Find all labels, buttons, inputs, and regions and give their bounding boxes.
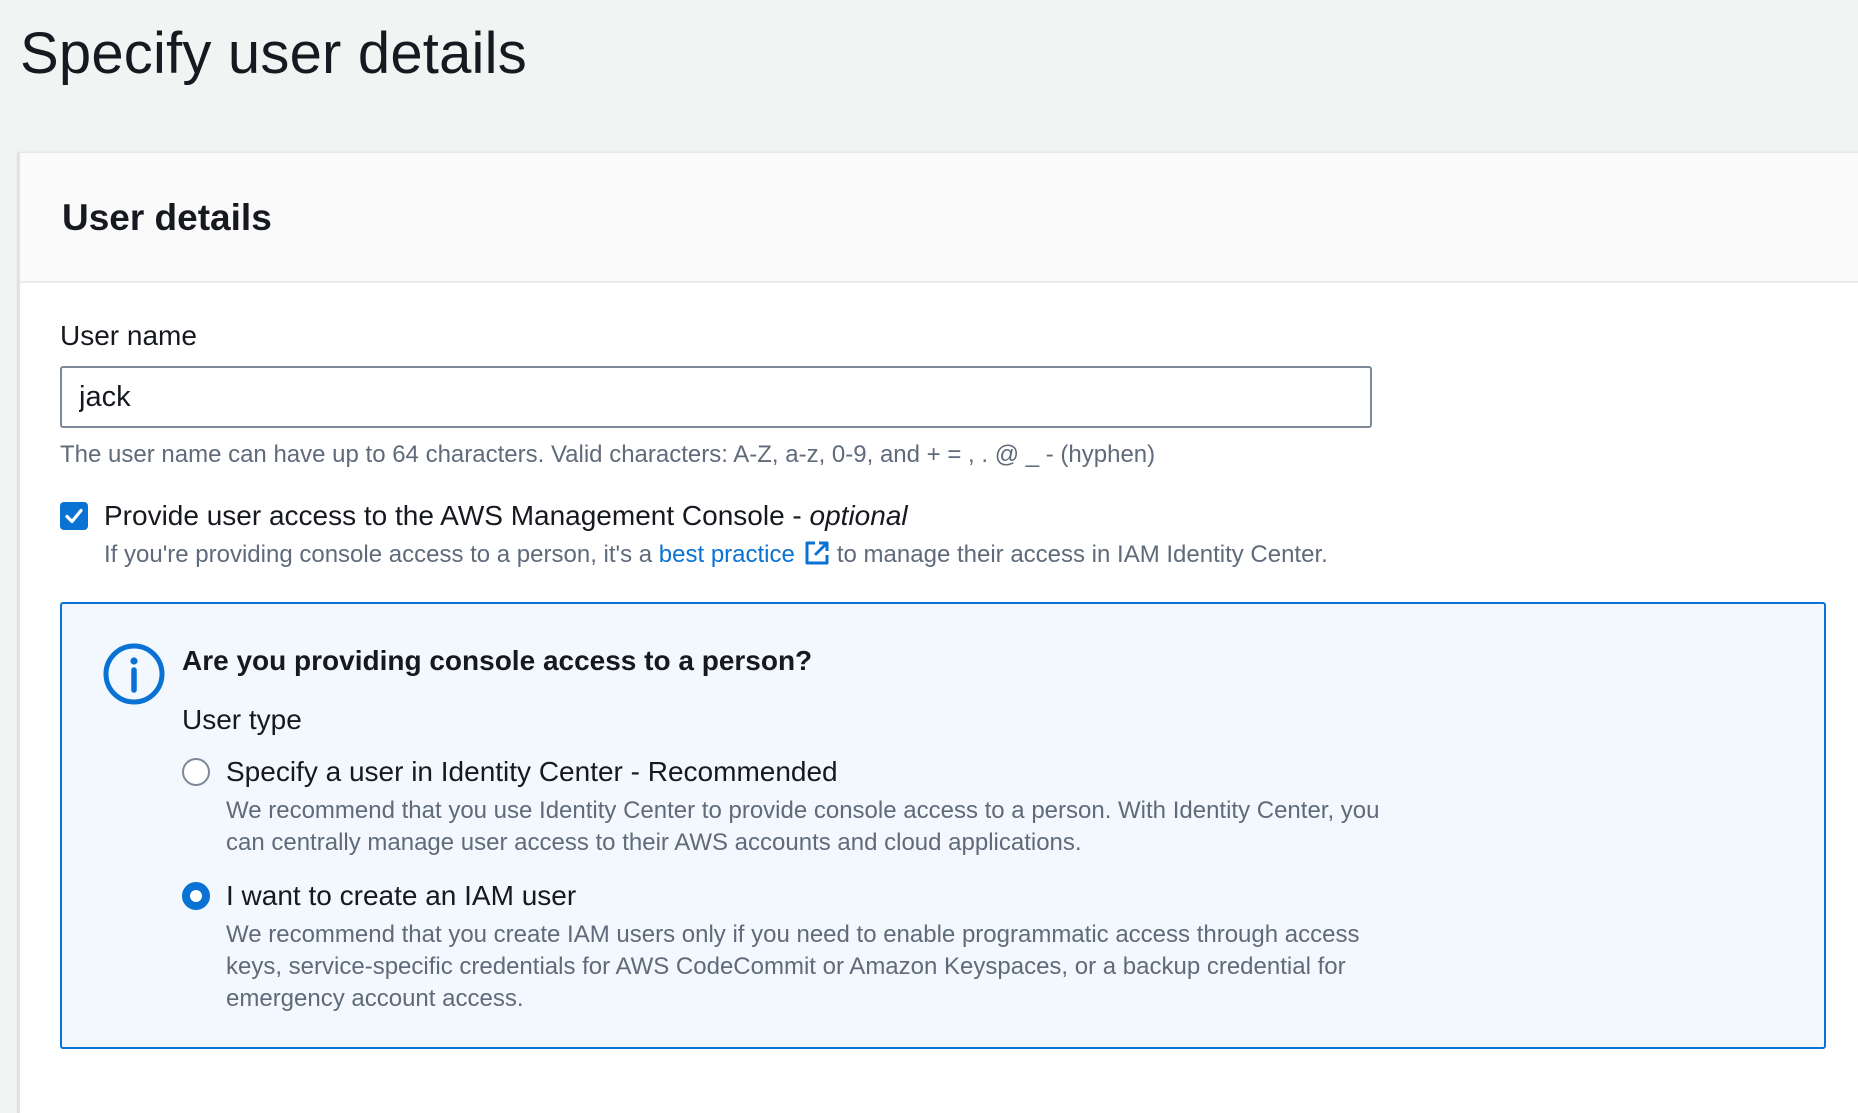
iam-user-option-description: We recommend that you create IAM users o… [226,921,1360,1012]
console-access-desc-after: to manage their access in IAM Identity C… [836,541,1328,568]
info-icon [103,643,165,705]
external-link-icon[interactable] [803,539,831,577]
best-practice-link[interactable]: best practice [659,541,795,568]
alert-title: Are you providing console access to a pe… [182,645,813,676]
console-access-desc-before: If you're providing console access to a … [104,541,659,568]
user-type-label: User type [182,704,302,735]
page-title: Specify user details [20,21,527,86]
console-access-description: If you're providing console access to a … [104,538,1328,577]
user-name-label: User name [60,320,197,351]
console-access-label[interactable]: Provide user access to the AWS Managemen… [104,496,908,536]
console-access-checkbox[interactable] [60,502,88,530]
panel-header: User details [20,153,1858,283]
user-name-input[interactable] [60,366,1372,428]
check-icon [65,508,83,524]
identity-center-option-label[interactable]: Specify a user in Identity Center - Reco… [226,754,838,790]
console-access-label-text: Provide user access to the AWS Managemen… [104,500,810,531]
panel-title: User details [62,197,272,238]
optional-text: optional [809,500,908,531]
iam-user-radio[interactable] [182,882,210,910]
iam-user-option-label[interactable]: I want to create an IAM user [226,878,576,914]
identity-center-option-description: We recommend that you use Identity Cente… [226,797,1380,856]
user-name-hint: The user name can have up to 64 characte… [60,441,1156,468]
identity-center-radio[interactable] [182,758,210,786]
